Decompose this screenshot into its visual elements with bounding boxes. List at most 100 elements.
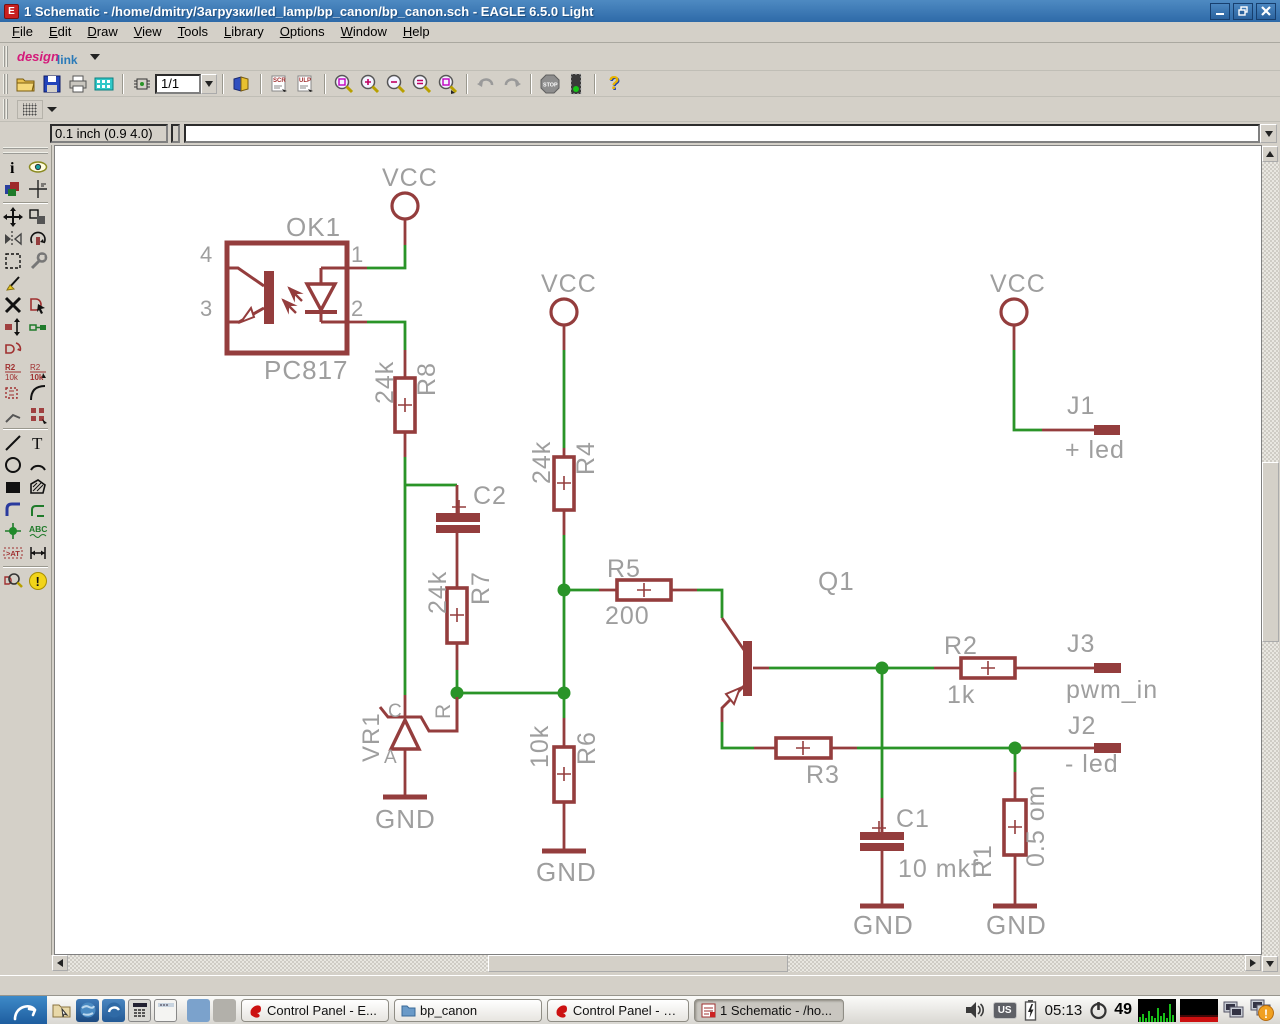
miter-tool[interactable] bbox=[27, 383, 49, 404]
save-button[interactable] bbox=[39, 72, 65, 96]
designlink-button[interactable]: design link bbox=[13, 46, 82, 67]
bus-tool[interactable] bbox=[2, 499, 24, 520]
replace-tool[interactable] bbox=[27, 317, 49, 338]
scroll-right-button[interactable] bbox=[1245, 955, 1261, 971]
network-warning-icon[interactable]: ! bbox=[1250, 998, 1276, 1022]
zoom-redraw-button[interactable] bbox=[409, 72, 435, 96]
dimension-tool[interactable] bbox=[27, 543, 49, 564]
library-button[interactable] bbox=[229, 72, 255, 96]
schematic-canvas[interactable]: VCC VCC VCC GND GND GND GND OK1 PC817 4 … bbox=[54, 145, 1262, 955]
mark-tool[interactable] bbox=[27, 179, 49, 200]
traffic-light-button[interactable] bbox=[563, 72, 589, 96]
cut-tool[interactable] bbox=[2, 273, 24, 294]
clock[interactable]: 05:13 bbox=[1045, 1002, 1083, 1019]
vertical-scroll-thumb[interactable] bbox=[1262, 462, 1279, 642]
smash-tool[interactable] bbox=[2, 383, 24, 404]
file-manager-launcher[interactable] bbox=[50, 999, 73, 1022]
horizontal-scroll-track[interactable] bbox=[68, 955, 1245, 972]
scroll-up-button[interactable] bbox=[1262, 146, 1278, 162]
copy-tool[interactable] bbox=[27, 207, 49, 228]
menu-view[interactable]: View bbox=[126, 22, 170, 42]
print-button[interactable] bbox=[65, 72, 91, 96]
pinswap-tool[interactable] bbox=[2, 317, 24, 338]
menu-help[interactable]: Help bbox=[395, 22, 438, 42]
grid-dropdown-icon[interactable] bbox=[47, 107, 57, 112]
gateswap-tool[interactable] bbox=[2, 339, 24, 360]
command-input[interactable] bbox=[184, 124, 1260, 143]
calculator-launcher[interactable] bbox=[128, 999, 151, 1022]
memory-monitor-graph[interactable] bbox=[1180, 999, 1218, 1022]
taskbar-window-schematic[interactable]: 1 Schematic - /ho... bbox=[694, 999, 844, 1022]
delete-tool[interactable] bbox=[2, 295, 24, 316]
optocoupler-ok1[interactable] bbox=[227, 243, 347, 353]
volume-icon[interactable] bbox=[964, 1000, 986, 1020]
designlink-dropdown-icon[interactable] bbox=[90, 54, 100, 60]
text-tool[interactable]: T bbox=[27, 433, 49, 454]
minimize-button[interactable] bbox=[1210, 3, 1230, 20]
show-tool[interactable] bbox=[27, 157, 49, 178]
taskbar-window-bp-canon[interactable]: bp_canon bbox=[394, 999, 542, 1022]
taskbar-window-control-panel-1[interactable]: Control Panel - E... bbox=[241, 999, 389, 1022]
toolbar-grip[interactable] bbox=[3, 74, 8, 94]
board-button[interactable] bbox=[129, 72, 155, 96]
attribute-tool[interactable]: >AT bbox=[2, 543, 24, 564]
polygon-tool[interactable] bbox=[27, 477, 49, 498]
cpu-monitor-graph[interactable] bbox=[1138, 999, 1176, 1022]
label-tool[interactable]: ABC bbox=[27, 521, 49, 542]
horizontal-scrollbar[interactable] bbox=[52, 955, 1261, 972]
zoom-select-button[interactable] bbox=[435, 72, 461, 96]
terminal-launcher[interactable] bbox=[154, 999, 177, 1022]
gnd-symbols[interactable] bbox=[383, 797, 1037, 906]
menu-tools[interactable]: Tools bbox=[170, 22, 216, 42]
display-layers-tool[interactable] bbox=[2, 179, 24, 200]
network-monitor-icon[interactable] bbox=[1222, 999, 1246, 1021]
add-part-tool[interactable] bbox=[27, 295, 49, 316]
capacitors[interactable] bbox=[436, 513, 904, 851]
zoom-in-button[interactable] bbox=[357, 72, 383, 96]
vcc-symbols[interactable] bbox=[392, 193, 1027, 325]
circle-tool[interactable] bbox=[2, 455, 24, 476]
rotate-tool[interactable] bbox=[27, 229, 49, 250]
move-tool[interactable] bbox=[2, 207, 24, 228]
name-tool[interactable]: R210k bbox=[2, 361, 24, 382]
close-button[interactable] bbox=[1256, 3, 1276, 20]
restore-button[interactable] bbox=[1233, 3, 1253, 20]
menu-options[interactable]: Options bbox=[272, 22, 333, 42]
toolbar-grip[interactable] bbox=[3, 99, 8, 118]
power-icon[interactable] bbox=[1089, 1000, 1108, 1020]
app-launcher[interactable] bbox=[102, 999, 125, 1022]
transistor-q1[interactable] bbox=[726, 641, 752, 704]
horizontal-scroll-thumb[interactable] bbox=[488, 955, 788, 972]
run-ulp-button[interactable]: ULP bbox=[293, 72, 319, 96]
resistors[interactable] bbox=[395, 378, 1026, 855]
scroll-down-button[interactable] bbox=[1262, 956, 1278, 972]
group-tool[interactable] bbox=[2, 251, 24, 272]
errors-tool[interactable]: ! bbox=[27, 571, 49, 592]
app-icon-gray[interactable] bbox=[213, 999, 236, 1022]
redo-button[interactable] bbox=[499, 72, 525, 96]
menu-edit[interactable]: Edit bbox=[41, 22, 79, 42]
info-tool[interactable]: i bbox=[2, 157, 24, 178]
start-menu-button[interactable] bbox=[0, 996, 47, 1024]
battery-icon[interactable] bbox=[1024, 1000, 1037, 1021]
command-history-dropdown[interactable] bbox=[1260, 124, 1277, 143]
scroll-left-button[interactable] bbox=[52, 955, 68, 971]
arc-tool[interactable] bbox=[27, 455, 49, 476]
palette-handle[interactable] bbox=[3, 147, 48, 154]
value-tool[interactable]: R210k bbox=[27, 361, 49, 382]
vertical-scrollbar[interactable] bbox=[1262, 146, 1279, 972]
open-button[interactable] bbox=[13, 72, 39, 96]
rect-tool[interactable] bbox=[2, 477, 24, 498]
sheet-selector[interactable]: 1/1 bbox=[155, 74, 201, 94]
invoke-tool[interactable] bbox=[27, 405, 49, 426]
zoom-fit-button[interactable] bbox=[331, 72, 357, 96]
sheet-selector-dropdown[interactable] bbox=[201, 74, 217, 94]
help-button[interactable]: ? bbox=[601, 72, 627, 96]
toolbar-grip[interactable] bbox=[3, 46, 8, 68]
mirror-tool[interactable] bbox=[2, 229, 24, 250]
taskbar-window-control-panel-2[interactable]: Control Panel - E... bbox=[547, 999, 689, 1022]
junction-tool[interactable] bbox=[2, 521, 24, 542]
change-tool[interactable] bbox=[27, 251, 49, 272]
vertical-scroll-track[interactable] bbox=[1262, 162, 1279, 956]
net-tool[interactable] bbox=[27, 499, 49, 520]
